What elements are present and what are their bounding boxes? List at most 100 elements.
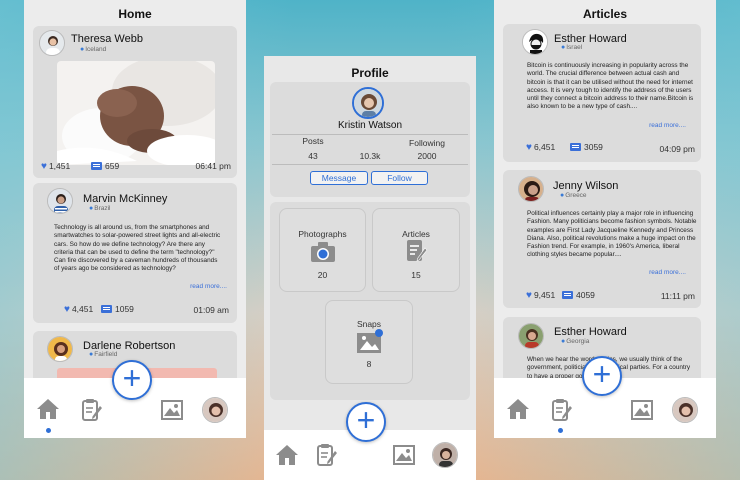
location-label: Brazil <box>94 205 111 212</box>
create-post-button[interactable]: + <box>346 402 386 442</box>
gallery-icon[interactable] <box>160 398 184 422</box>
post-location: ●Fairfield <box>89 351 117 358</box>
article-icon <box>407 240 428 262</box>
comment-icon <box>570 143 581 151</box>
profile-screen: Profile Kristin Watson Posts Following 4… <box>264 56 476 480</box>
location-pin-icon: ● <box>561 44 566 51</box>
message-button[interactable]: Message <box>310 171 368 185</box>
article-card[interactable]: Jenny Wilson ●Greece Political influence… <box>503 170 701 308</box>
profile-avatar[interactable] <box>432 442 458 468</box>
article-time: 04:09 pm <box>659 144 695 154</box>
avatar[interactable] <box>518 176 544 202</box>
likes-count: 9,451 <box>533 290 556 300</box>
articles-screen: Articles Esther Howard ●Israel Bitcoin i… <box>494 0 716 438</box>
comments-count: 659 <box>105 161 120 171</box>
comments-count: 1059 <box>115 304 134 314</box>
tile-label: Photographs <box>298 229 347 239</box>
profile-photo[interactable] <box>352 87 384 119</box>
post-author[interactable]: Theresa Webb <box>71 33 143 45</box>
create-post-button[interactable]: + <box>112 360 152 400</box>
home-icon[interactable] <box>506 398 530 420</box>
active-indicator <box>558 428 563 433</box>
location-pin-icon: ● <box>561 338 566 345</box>
tile-count: 15 <box>411 270 421 280</box>
article-card[interactable]: Esther Howard ●Israel Bitcoin is continu… <box>503 24 701 162</box>
article-location: ●Israel <box>561 44 582 51</box>
page-title: Home <box>118 7 152 21</box>
comments-count: 3059 <box>584 142 603 152</box>
article-likes[interactable]: ♥ 6,451 <box>526 142 555 152</box>
comment-icon <box>562 291 573 299</box>
location-label: Israel <box>566 44 583 51</box>
avatar[interactable] <box>39 30 65 56</box>
read-more-link[interactable]: read more.... <box>649 269 686 276</box>
article-location: ●Georgia <box>561 338 589 345</box>
comments-count: 4059 <box>576 290 595 300</box>
likes-count: 4,451 <box>71 304 94 314</box>
article-location: ●Greece <box>560 192 587 199</box>
location-label: Georgia <box>566 338 590 345</box>
location-label: Fairfield <box>94 351 118 358</box>
gallery-icon[interactable] <box>630 398 654 422</box>
home-icon[interactable] <box>275 444 299 466</box>
read-more-link[interactable]: read more.... <box>649 122 686 129</box>
page-title: Profile <box>351 66 389 80</box>
follow-button[interactable]: Follow <box>371 171 428 185</box>
camera-icon <box>311 242 335 262</box>
avatar[interactable] <box>47 336 73 362</box>
read-more-link[interactable]: read more.... <box>190 283 227 290</box>
following-count: 2000 <box>417 151 437 161</box>
post-likes[interactable]: ♥ 4,451 <box>64 304 93 314</box>
article-text: Political influences certainly play a ma… <box>527 210 697 259</box>
avatar[interactable] <box>47 188 73 214</box>
post-comments[interactable]: 659 <box>91 161 119 171</box>
profile-avatar[interactable] <box>202 397 228 423</box>
location-pin-icon: ● <box>89 351 94 358</box>
article-author[interactable]: Jenny Wilson <box>553 180 618 192</box>
avatar[interactable] <box>518 323 544 349</box>
tile-label: Snaps <box>356 319 382 329</box>
following-label: Following <box>409 138 445 148</box>
article-comments[interactable]: 4059 <box>562 290 595 300</box>
article-time: 11:11 pm <box>660 291 695 301</box>
article-likes[interactable]: ♥ 9,451 <box>526 290 555 300</box>
home-screen: Home Theresa Webb ●Iceland ♥ 1,451 659 06… <box>24 0 246 438</box>
likes-count: 6,451 <box>533 142 556 152</box>
home-icon[interactable] <box>36 398 60 420</box>
post-location: ●Iceland <box>80 46 106 53</box>
post-author[interactable]: Marvin McKinney <box>83 193 167 205</box>
articles-icon[interactable] <box>81 398 103 422</box>
location-label: Iceland <box>85 46 107 53</box>
likes-count: 1,451 <box>48 161 71 171</box>
location-pin-icon: ● <box>560 192 565 199</box>
articles-icon[interactable] <box>316 443 338 467</box>
heart-icon: ♥ <box>64 303 70 315</box>
post-card[interactable]: Theresa Webb ●Iceland ♥ 1,451 659 06:41 p… <box>33 26 237 178</box>
avatar[interactable] <box>522 29 548 55</box>
post-card[interactable]: Marvin McKinney ●Brazil Technology is al… <box>33 183 237 323</box>
profile-card: Kristin Watson Posts Following 43 10.3k … <box>270 82 470 197</box>
heart-icon: ♥ <box>526 141 532 153</box>
tile-label: Articles <box>402 229 430 239</box>
location-label: Greece <box>565 192 587 199</box>
comment-icon <box>91 162 102 170</box>
snaps-tile[interactable]: Snaps 8 <box>325 300 413 384</box>
article-comments[interactable]: 3059 <box>570 142 603 152</box>
article-text: Bitcoin is continuously increasing in po… <box>527 62 694 111</box>
articles-icon[interactable] <box>551 398 573 422</box>
heart-icon: ♥ <box>41 160 47 172</box>
post-photo[interactable] <box>57 61 215 165</box>
profile-avatar[interactable] <box>672 397 698 423</box>
post-likes[interactable]: ♥ 1,451 <box>41 161 70 171</box>
collections-panel: Photographs 20 Articles 15 Snaps 8 <box>270 202 470 400</box>
post-time: 01:09 am <box>193 305 229 315</box>
articles-tile[interactable]: Articles 15 <box>372 208 460 292</box>
photographs-tile[interactable]: Photographs 20 <box>279 208 366 292</box>
article-author[interactable]: Esther Howard <box>554 326 627 338</box>
post-location: ●Brazil <box>89 205 111 212</box>
post-comments[interactable]: 1059 <box>101 304 134 314</box>
gallery-icon[interactable] <box>392 443 416 467</box>
location-pin-icon: ● <box>89 205 94 212</box>
location-pin-icon: ● <box>80 46 85 53</box>
create-post-button[interactable]: + <box>582 356 622 396</box>
